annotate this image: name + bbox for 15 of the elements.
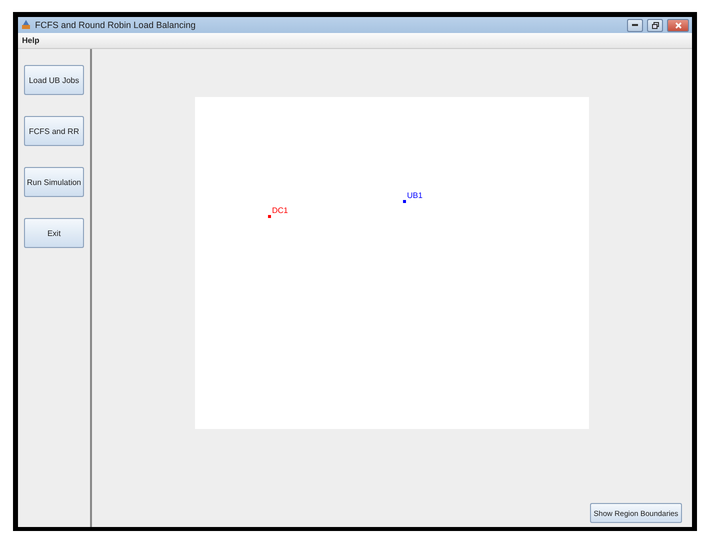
sidebar-button[interactable]: FCFS and RR [24,116,84,146]
close-button[interactable] [667,18,689,32]
sidebar-button[interactable]: Run Simulation [24,167,84,197]
restore-icon [652,22,658,28]
window-title: FCFS and Round Robin Load Balancing [35,20,197,30]
minimize-icon [632,24,638,26]
sidebar-button[interactable]: Exit [24,218,84,248]
minimize-button[interactable] [627,18,643,32]
app-icon [21,20,31,30]
menu-item[interactable]: Help [22,36,40,45]
restore-button[interactable] [647,18,663,32]
sidebar-button[interactable]: Load UB Jobs [24,65,84,95]
node-label: DC1 [272,207,288,215]
node-label: UB1 [407,192,423,200]
close-icon [674,22,682,28]
